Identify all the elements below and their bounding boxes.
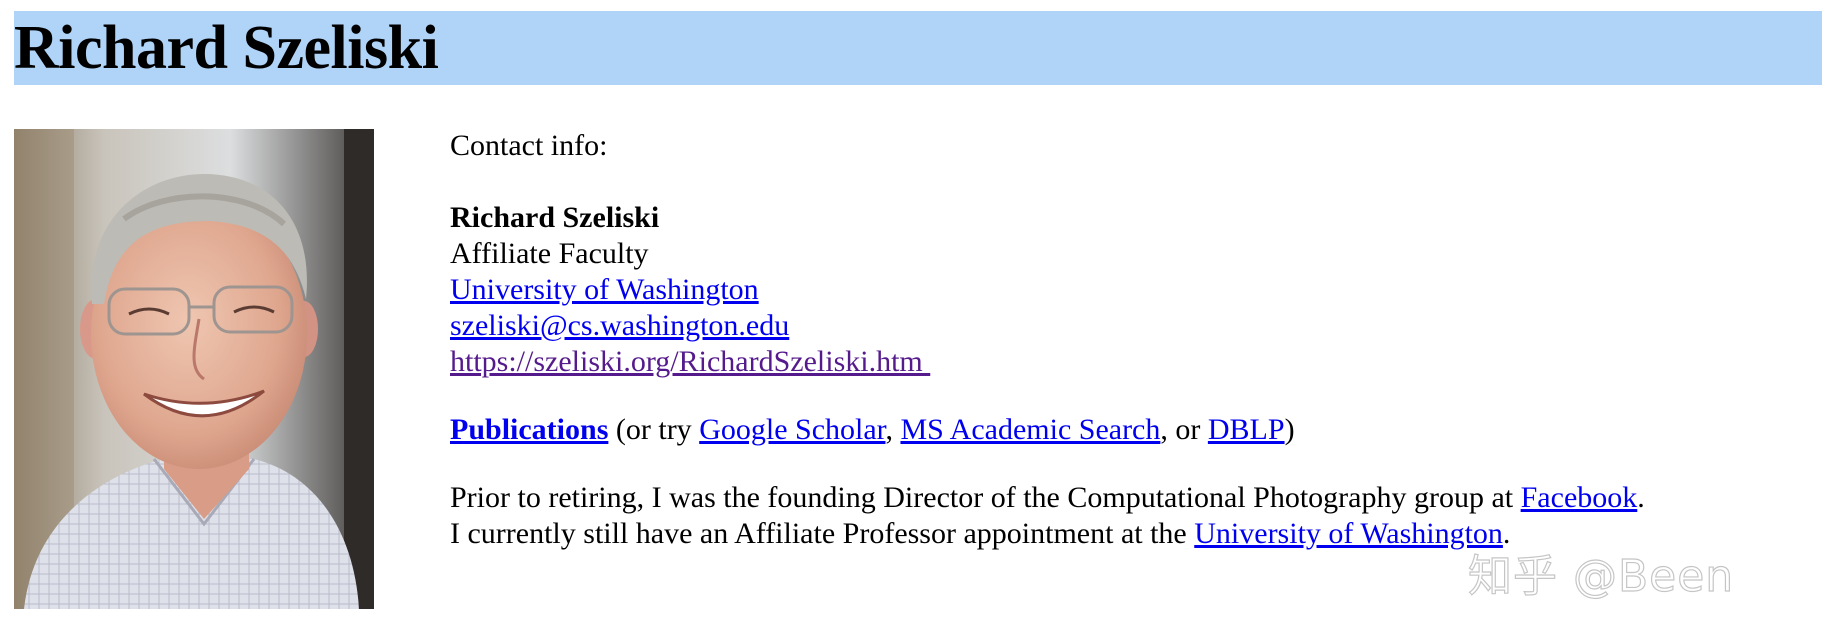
page-title: Richard Szeliski <box>14 14 439 82</box>
contact-role: Affiliate Faculty <box>450 237 649 270</box>
email-link[interactable]: szeliski@cs.washington.edu <box>450 309 789 342</box>
dblp-link[interactable]: DBLP <box>1208 413 1285 446</box>
bio-line-1: Prior to retiring, I was the founding Di… <box>450 480 1790 516</box>
bio-university-link[interactable]: University of Washington <box>1194 517 1503 550</box>
main-content: Contact info: Richard Szeliski Affiliate… <box>450 128 1790 552</box>
bio-line-1-period: . <box>1637 481 1645 514</box>
profile-photo <box>14 129 374 609</box>
facebook-link[interactable]: Facebook <box>1521 481 1638 514</box>
or-text: , or <box>1160 413 1208 446</box>
bio-line-2-text: I currently still have an Affiliate Prof… <box>450 517 1195 550</box>
homepage-link[interactable]: https://szeliski.org/RichardSzeliski.htm <box>450 345 930 378</box>
contact-heading: Contact info: <box>450 129 608 162</box>
comma-text: , <box>885 413 901 446</box>
or-try-text: (or try <box>608 413 700 446</box>
google-scholar-link[interactable]: Google Scholar <box>699 413 885 446</box>
university-link[interactable]: University of Washington <box>450 273 759 306</box>
contact-name: Richard Szeliski <box>450 201 660 234</box>
publications-line: Publications (or try Google Scholar, MS … <box>450 412 1790 448</box>
close-paren-text: ) <box>1284 413 1295 446</box>
publications-link[interactable]: Publications <box>450 413 608 446</box>
watermark: 知乎 @Been <box>1467 550 1735 602</box>
bio-line-1-text: Prior to retiring, I was the founding Di… <box>450 481 1521 514</box>
ms-academic-search-link[interactable]: MS Academic Search <box>900 413 1160 446</box>
